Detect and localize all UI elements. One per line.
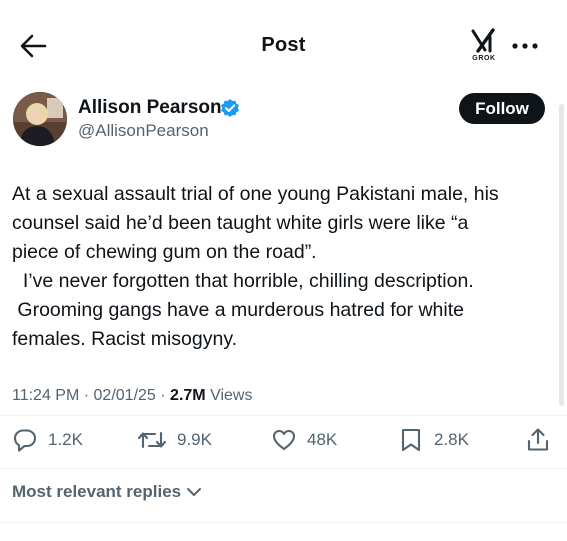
scrollbar[interactable] <box>559 104 564 406</box>
bookmark-count: 2.8K <box>434 430 469 449</box>
share-button[interactable] <box>525 425 551 455</box>
grok-label: GROK <box>472 55 496 62</box>
post-text-line: females. Racist misogyny. <box>12 328 238 350</box>
separator-dot: · <box>160 387 171 404</box>
post-text-line: counsel said he’d been taught white girl… <box>12 212 469 234</box>
verified-badge-icon <box>220 98 240 118</box>
separator-dot: · <box>83 387 94 404</box>
top-bar: Post GROK <box>0 0 567 92</box>
divider <box>0 522 567 523</box>
avatar[interactable] <box>13 92 67 146</box>
grok-logo-icon <box>471 28 495 53</box>
post-time[interactable]: 11:24 PM <box>12 387 79 404</box>
reply-count: 1.2K <box>48 430 83 449</box>
grok-button[interactable]: GROK <box>466 28 502 68</box>
like-button[interactable]: 48K <box>271 425 337 455</box>
post-text-line: At a sexual assault trial of one young P… <box>12 183 499 205</box>
post-meta: 11:24 PM · 02/01/25 · 2.7M Views <box>12 387 252 405</box>
views-label: Views <box>210 387 253 404</box>
post-text-line: I’ve never forgotten that horrible, chil… <box>12 270 474 292</box>
chevron-down-icon <box>187 488 202 496</box>
like-count: 48K <box>307 430 338 449</box>
divider <box>0 468 567 469</box>
profile-photo <box>13 92 67 146</box>
bookmark-icon <box>401 428 421 452</box>
post-text: At a sexual assault trial of one young P… <box>12 180 552 354</box>
more-dots-icon <box>512 43 538 49</box>
post-text-line: piece of chewing gum on the road”. <box>12 241 317 263</box>
heart-icon <box>272 429 296 451</box>
divider <box>0 415 567 416</box>
repost-arrows-icon <box>137 431 167 449</box>
replies-sort-dropdown[interactable]: Most relevant replies <box>12 482 202 502</box>
action-bar: 1.2K 9.9K 48K 2.8K <box>0 425 567 455</box>
author-name[interactable]: Allison Pearson <box>78 97 222 119</box>
repost-button[interactable]: 9.9K <box>137 425 212 455</box>
author-handle[interactable]: @AllisonPearson <box>78 121 209 141</box>
repost-count: 9.9K <box>177 430 212 449</box>
views-count[interactable]: 2.7M <box>170 387 206 404</box>
follow-button[interactable]: Follow <box>459 93 545 124</box>
post-text-line: Grooming gangs have a murderous hatred f… <box>12 299 464 321</box>
post-date[interactable]: 02/01/25 <box>94 387 156 404</box>
share-icon <box>527 428 549 451</box>
more-options-button[interactable] <box>510 36 540 56</box>
reply-button[interactable]: 1.2K <box>12 425 83 455</box>
bookmark-button[interactable]: 2.8K <box>398 425 469 455</box>
reply-bubble-icon <box>13 429 37 452</box>
replies-sort-label: Most relevant replies <box>12 482 182 501</box>
